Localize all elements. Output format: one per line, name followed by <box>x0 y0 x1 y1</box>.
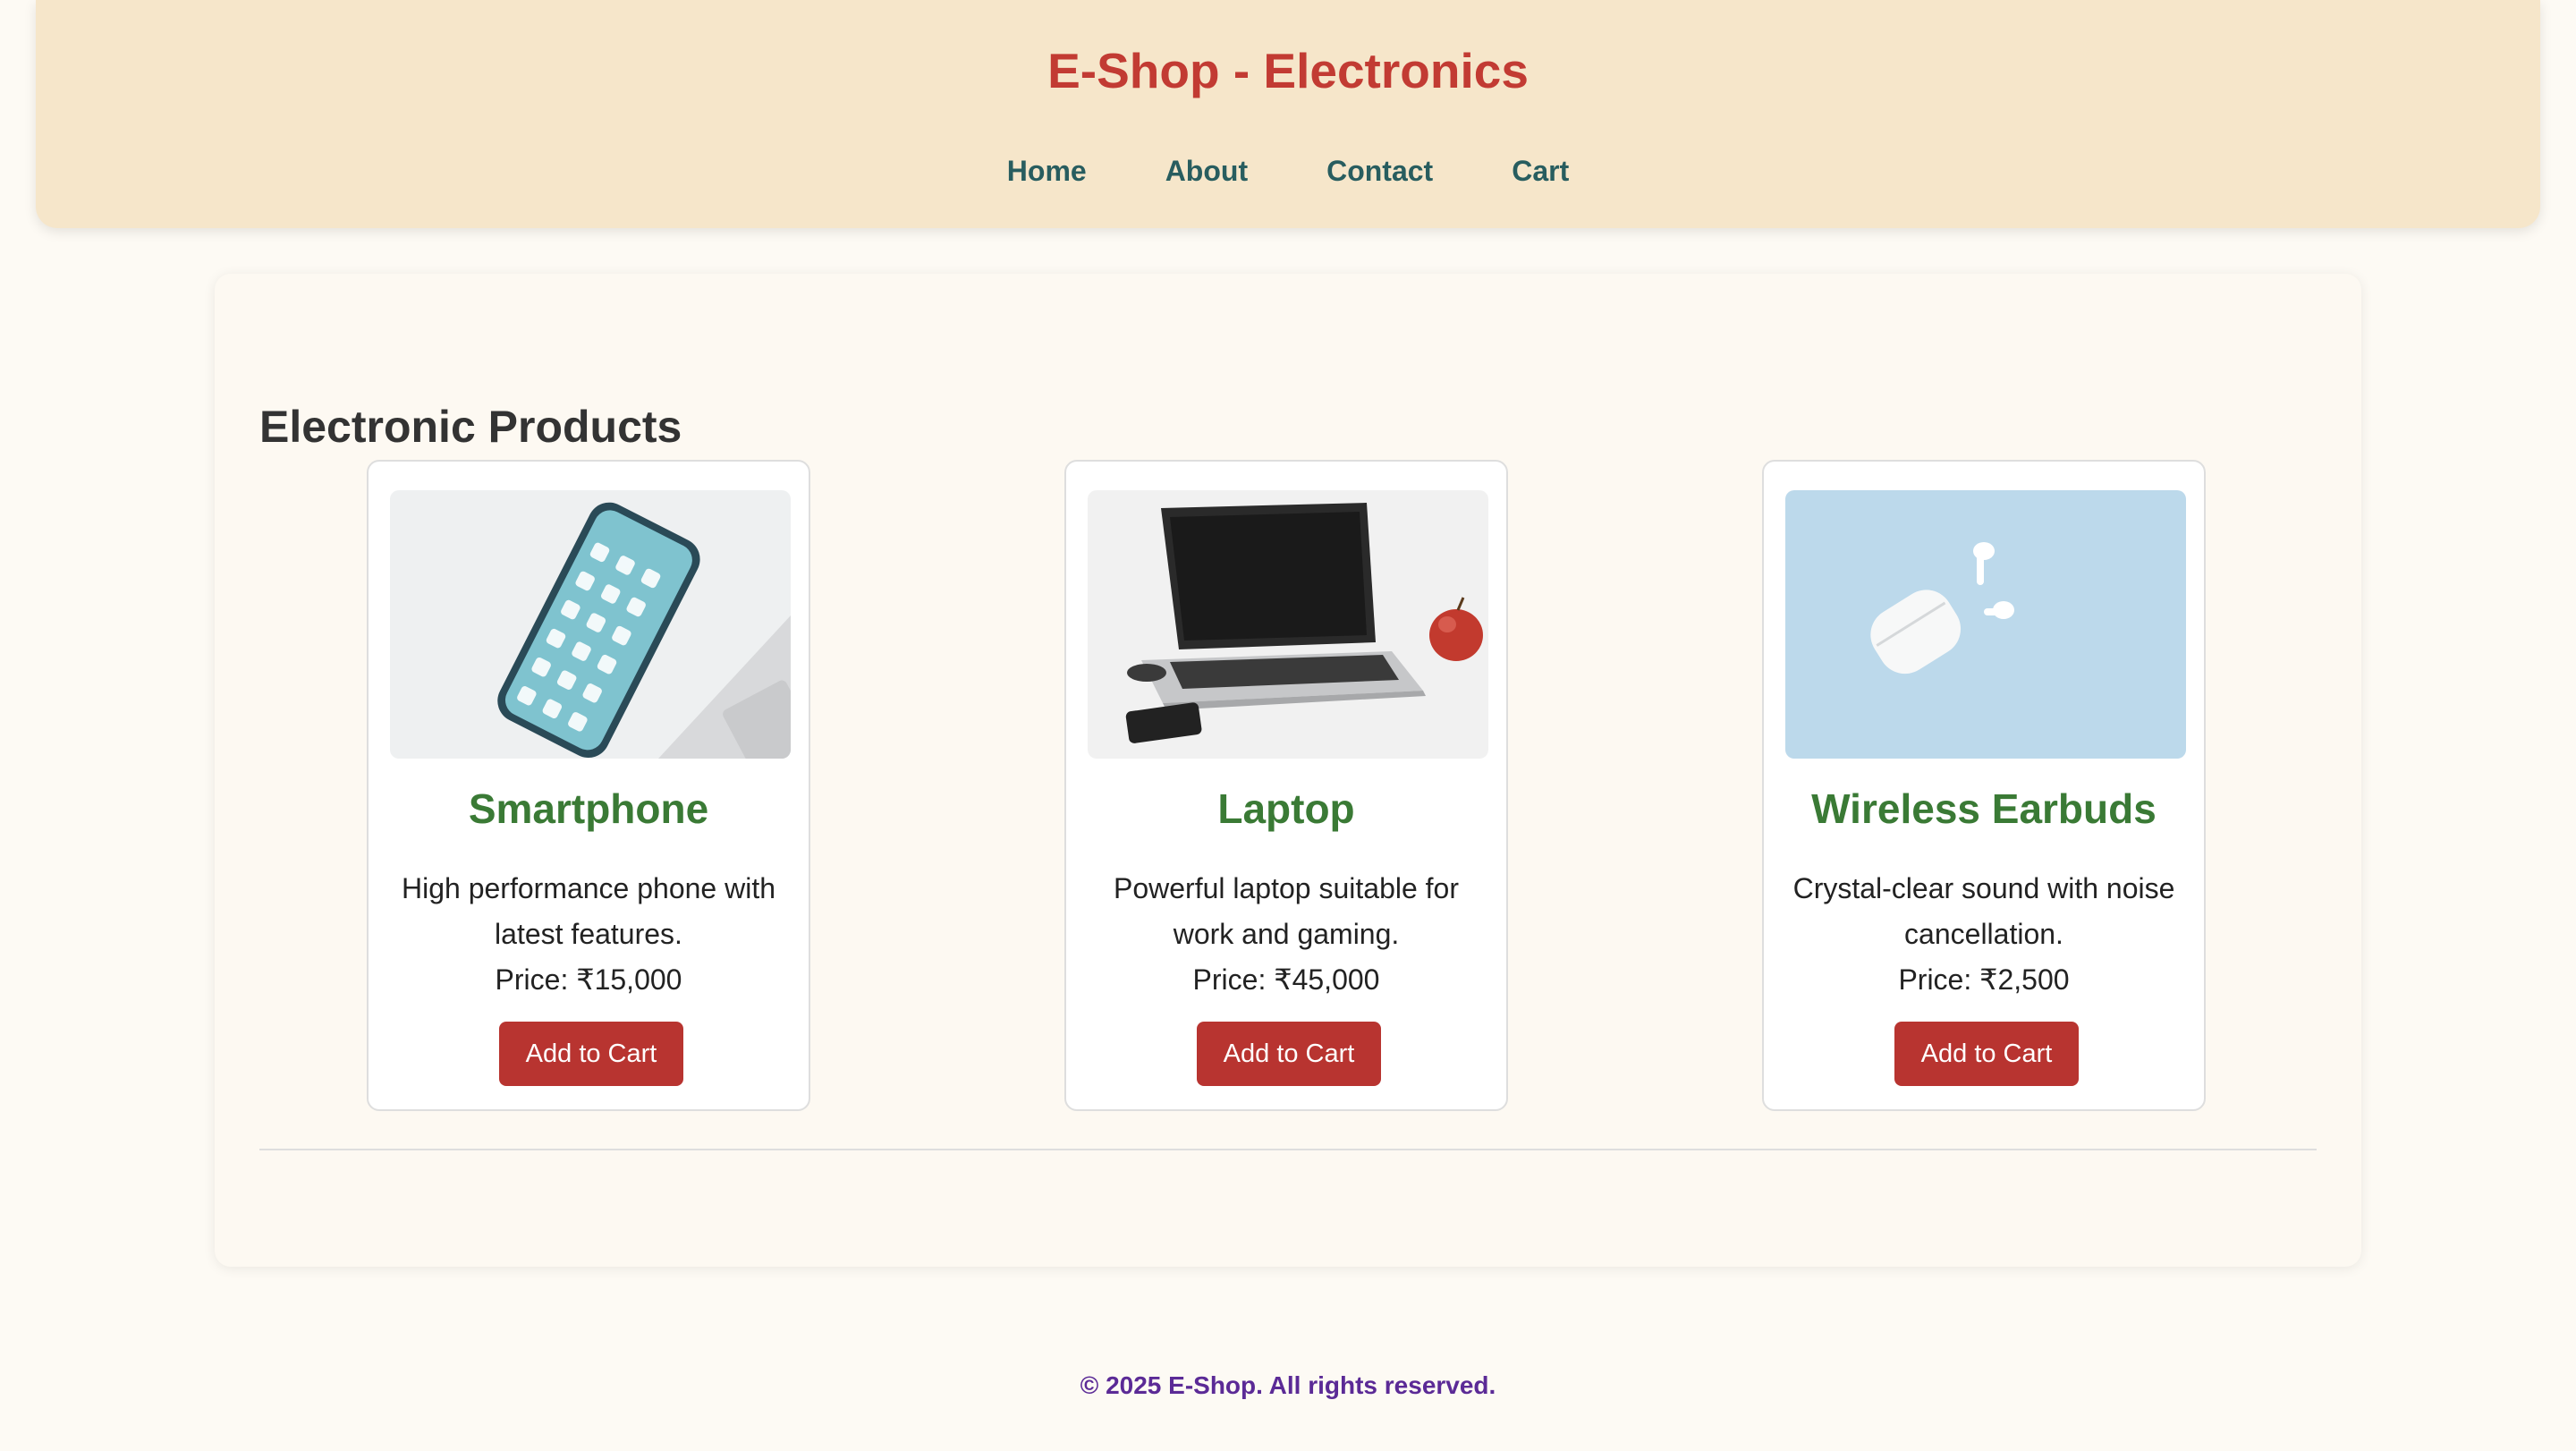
add-to-cart-button[interactable]: Add to Cart <box>1894 1022 2079 1086</box>
nav-home-link[interactable]: Home <box>1007 148 1087 193</box>
product-price: Price: ₹2,500 <box>1898 963 2070 996</box>
site-header: E-Shop - Electronics Home About Contact … <box>36 0 2540 228</box>
add-to-cart-button[interactable]: Add to Cart <box>499 1022 683 1086</box>
laptop-image <box>1088 490 1488 759</box>
product-price: Price: ₹15,000 <box>495 963 682 996</box>
product-card-smartphone: Smartphone High performance phone with l… <box>367 460 810 1111</box>
site-title: E-Shop - Electronics <box>1047 43 1529 98</box>
section-divider <box>259 1149 2317 1150</box>
main-nav: Home About Contact Cart <box>36 148 2540 193</box>
product-description: High performance phone with latest featu… <box>401 872 775 950</box>
nav-about-link[interactable]: About <box>1165 148 1248 193</box>
earbuds-illustration <box>1785 490 2186 759</box>
earbuds-image <box>1785 490 2186 759</box>
nav-contact-link[interactable]: Contact <box>1326 148 1433 193</box>
product-name: Laptop <box>1217 785 1355 832</box>
product-price: Price: ₹45,000 <box>1192 963 1380 996</box>
product-description: Powerful laptop suitable for work and ga… <box>1114 872 1459 950</box>
smartphone-illustration <box>390 490 791 759</box>
products-panel: Electronic Products Smartphone High perf… <box>215 274 2361 1267</box>
product-name: Smartphone <box>468 785 709 832</box>
section-title: Electronic Products <box>259 402 682 452</box>
product-name: Wireless Earbuds <box>1811 785 2157 832</box>
copyright-text: © 2025 E-Shop. All rights reserved. <box>1080 1371 1496 1399</box>
smartphone-image <box>390 490 791 759</box>
product-card-wireless-earbuds: Wireless Earbuds Crystal-clear sound wit… <box>1762 460 2206 1111</box>
add-to-cart-button[interactable]: Add to Cart <box>1197 1022 1381 1086</box>
product-card-laptop: Laptop Powerful laptop suitable for work… <box>1064 460 1508 1111</box>
laptop-illustration <box>1088 490 1488 759</box>
product-description: Crystal-clear sound with noise cancellat… <box>1792 872 2175 950</box>
nav-cart-link[interactable]: Cart <box>1512 148 1569 193</box>
